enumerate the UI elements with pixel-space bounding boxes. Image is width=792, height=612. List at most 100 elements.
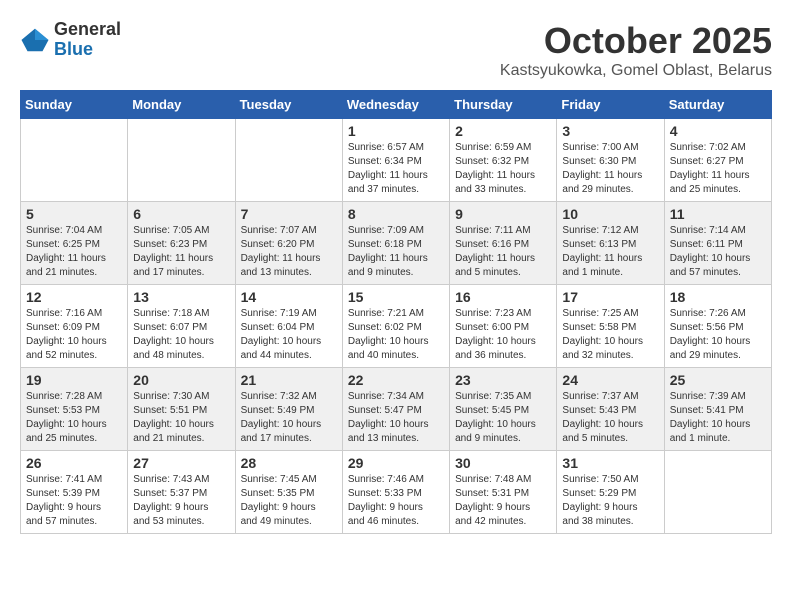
header-cell-monday: Monday bbox=[128, 91, 235, 119]
day-number: 22 bbox=[348, 372, 444, 388]
day-info: Sunrise: 7:45 AM Sunset: 5:35 PM Dayligh… bbox=[241, 473, 337, 529]
day-number: 21 bbox=[241, 372, 337, 388]
day-number: 1 bbox=[348, 123, 444, 139]
day-info: Sunrise: 7:30 AM Sunset: 5:51 PM Dayligh… bbox=[133, 390, 229, 446]
day-number: 13 bbox=[133, 289, 229, 305]
day-number: 25 bbox=[670, 372, 766, 388]
location: Kastsyukowka, Gomel Oblast, Belarus bbox=[500, 62, 772, 80]
day-info: Sunrise: 7:07 AM Sunset: 6:20 PM Dayligh… bbox=[241, 224, 337, 280]
calendar-cell: 8 Sunrise: 7:09 AM Sunset: 6:18 PM Daylig… bbox=[342, 202, 449, 285]
logo-icon bbox=[20, 25, 50, 55]
day-number: 3 bbox=[562, 123, 658, 139]
day-info: Sunrise: 7:00 AM Sunset: 6:30 PM Dayligh… bbox=[562, 141, 658, 197]
calendar-cell: 2 Sunrise: 6:59 AM Sunset: 6:32 PM Daylig… bbox=[450, 119, 557, 202]
calendar-cell: 4 Sunrise: 7:02 AM Sunset: 6:27 PM Daylig… bbox=[664, 119, 771, 202]
day-info: Sunrise: 7:09 AM Sunset: 6:18 PM Dayligh… bbox=[348, 224, 444, 280]
day-info: Sunrise: 7:35 AM Sunset: 5:45 PM Dayligh… bbox=[455, 390, 551, 446]
calendar-cell: 7Sunrise: 7:07 AM Sunset: 6:20 PM Daylig… bbox=[235, 202, 342, 285]
logo: General Blue bbox=[20, 20, 121, 60]
day-info: Sunrise: 7:05 AM Sunset: 6:23 PM Dayligh… bbox=[133, 224, 229, 280]
day-info: Sunrise: 7:43 AM Sunset: 5:37 PM Dayligh… bbox=[133, 473, 229, 529]
calendar-cell bbox=[128, 119, 235, 202]
logo-general: General bbox=[54, 20, 121, 40]
day-number: 2 bbox=[455, 123, 551, 139]
page-header: General Blue October 2025 Kastsyukowka, … bbox=[20, 20, 772, 80]
day-number: 27 bbox=[133, 455, 229, 471]
day-number: 26 bbox=[26, 455, 122, 471]
calendar-cell: 22Sunrise: 7:34 AM Sunset: 5:47 PM Dayli… bbox=[342, 368, 449, 451]
calendar-cell: 21 Sunrise: 7:32 AM Sunset: 5:49 PM Dayli… bbox=[235, 368, 342, 451]
day-info: Sunrise: 7:16 AM Sunset: 6:09 PM Dayligh… bbox=[26, 307, 122, 363]
day-info: Sunrise: 7:19 AM Sunset: 6:04 PM Dayligh… bbox=[241, 307, 337, 363]
calendar-cell: 11 Sunrise: 7:14 AM Sunset: 6:11 PM Dayli… bbox=[664, 202, 771, 285]
day-info: Sunrise: 7:12 AM Sunset: 6:13 PM Dayligh… bbox=[562, 224, 658, 280]
day-info: Sunrise: 7:02 AM Sunset: 6:27 PM Dayligh… bbox=[670, 141, 766, 197]
day-info: Sunrise: 7:11 AM Sunset: 6:16 PM Dayligh… bbox=[455, 224, 551, 280]
calendar-cell: 12Sunrise: 7:16 AM Sunset: 6:09 PM Dayli… bbox=[21, 285, 128, 368]
day-info: Sunrise: 7:46 AM Sunset: 5:33 PM Dayligh… bbox=[348, 473, 444, 529]
week-row-4: 19 Sunrise: 7:28 AM Sunset: 5:53 PM Dayli… bbox=[21, 368, 772, 451]
day-number: 16 bbox=[455, 289, 551, 305]
calendar-cell: 24Sunrise: 7:37 AM Sunset: 5:43 PM Dayli… bbox=[557, 368, 664, 451]
calendar-cell bbox=[235, 119, 342, 202]
day-info: Sunrise: 7:50 AM Sunset: 5:29 PM Dayligh… bbox=[562, 473, 658, 529]
header-row: SundayMondayTuesdayWednesdayThursdayFrid… bbox=[21, 91, 772, 119]
calendar-cell: 14 Sunrise: 7:19 AM Sunset: 6:04 PM Dayli… bbox=[235, 285, 342, 368]
calendar-cell: 16 Sunrise: 7:23 AM Sunset: 6:00 PM Dayli… bbox=[450, 285, 557, 368]
title-section: October 2025 Kastsyukowka, Gomel Oblast,… bbox=[500, 20, 772, 80]
day-info: Sunrise: 7:21 AM Sunset: 6:02 PM Dayligh… bbox=[348, 307, 444, 363]
day-info: Sunrise: 7:28 AM Sunset: 5:53 PM Dayligh… bbox=[26, 390, 122, 446]
header-cell-wednesday: Wednesday bbox=[342, 91, 449, 119]
day-info: Sunrise: 7:23 AM Sunset: 6:00 PM Dayligh… bbox=[455, 307, 551, 363]
calendar-cell: 29Sunrise: 7:46 AM Sunset: 5:33 PM Dayli… bbox=[342, 451, 449, 534]
calendar-cell: 20Sunrise: 7:30 AM Sunset: 5:51 PM Dayli… bbox=[128, 368, 235, 451]
header-cell-saturday: Saturday bbox=[664, 91, 771, 119]
day-number: 11 bbox=[670, 206, 766, 222]
day-number: 14 bbox=[241, 289, 337, 305]
day-info: Sunrise: 7:41 AM Sunset: 5:39 PM Dayligh… bbox=[26, 473, 122, 529]
calendar-cell: 27 Sunrise: 7:43 AM Sunset: 5:37 PM Dayli… bbox=[128, 451, 235, 534]
day-number: 15 bbox=[348, 289, 444, 305]
header-cell-tuesday: Tuesday bbox=[235, 91, 342, 119]
day-info: Sunrise: 6:57 AM Sunset: 6:34 PM Dayligh… bbox=[348, 141, 444, 197]
day-number: 5 bbox=[26, 206, 122, 222]
day-info: Sunrise: 7:32 AM Sunset: 5:49 PM Dayligh… bbox=[241, 390, 337, 446]
day-number: 8 bbox=[348, 206, 444, 222]
day-info: Sunrise: 7:48 AM Sunset: 5:31 PM Dayligh… bbox=[455, 473, 551, 529]
header-cell-thursday: Thursday bbox=[450, 91, 557, 119]
day-number: 23 bbox=[455, 372, 551, 388]
calendar-cell bbox=[664, 451, 771, 534]
day-number: 17 bbox=[562, 289, 658, 305]
day-number: 6 bbox=[133, 206, 229, 222]
week-row-1: 1 Sunrise: 6:57 AM Sunset: 6:34 PM Daylig… bbox=[21, 119, 772, 202]
calendar-cell: 15 Sunrise: 7:21 AM Sunset: 6:02 PM Dayli… bbox=[342, 285, 449, 368]
calendar-cell: 19 Sunrise: 7:28 AM Sunset: 5:53 PM Dayli… bbox=[21, 368, 128, 451]
calendar-cell: 6 Sunrise: 7:05 AM Sunset: 6:23 PM Daylig… bbox=[128, 202, 235, 285]
calendar-cell: 28 Sunrise: 7:45 AM Sunset: 5:35 PM Dayli… bbox=[235, 451, 342, 534]
day-number: 19 bbox=[26, 372, 122, 388]
calendar-cell: 10Sunrise: 7:12 AM Sunset: 6:13 PM Dayli… bbox=[557, 202, 664, 285]
calendar-cell: 1 Sunrise: 6:57 AM Sunset: 6:34 PM Daylig… bbox=[342, 119, 449, 202]
logo-text: General Blue bbox=[54, 20, 121, 60]
month-title: October 2025 bbox=[500, 20, 772, 62]
week-row-2: 5 Sunrise: 7:04 AM Sunset: 6:25 PM Daylig… bbox=[21, 202, 772, 285]
calendar-cell: 9 Sunrise: 7:11 AM Sunset: 6:16 PM Daylig… bbox=[450, 202, 557, 285]
calendar-cell: 18Sunrise: 7:26 AM Sunset: 5:56 PM Dayli… bbox=[664, 285, 771, 368]
week-row-3: 12Sunrise: 7:16 AM Sunset: 6:09 PM Dayli… bbox=[21, 285, 772, 368]
day-info: Sunrise: 7:04 AM Sunset: 6:25 PM Dayligh… bbox=[26, 224, 122, 280]
day-number: 9 bbox=[455, 206, 551, 222]
day-info: Sunrise: 7:18 AM Sunset: 6:07 PM Dayligh… bbox=[133, 307, 229, 363]
day-info: Sunrise: 7:37 AM Sunset: 5:43 PM Dayligh… bbox=[562, 390, 658, 446]
calendar-cell: 23 Sunrise: 7:35 AM Sunset: 5:45 PM Dayli… bbox=[450, 368, 557, 451]
logo-blue: Blue bbox=[54, 40, 121, 60]
calendar-cell: 17 Sunrise: 7:25 AM Sunset: 5:58 PM Dayli… bbox=[557, 285, 664, 368]
calendar-cell: 25Sunrise: 7:39 AM Sunset: 5:41 PM Dayli… bbox=[664, 368, 771, 451]
day-number: 28 bbox=[241, 455, 337, 471]
calendar-table: SundayMondayTuesdayWednesdayThursdayFrid… bbox=[20, 90, 772, 534]
day-info: Sunrise: 7:14 AM Sunset: 6:11 PM Dayligh… bbox=[670, 224, 766, 280]
day-number: 4 bbox=[670, 123, 766, 139]
calendar-cell: 26 Sunrise: 7:41 AM Sunset: 5:39 PM Dayli… bbox=[21, 451, 128, 534]
day-info: Sunrise: 6:59 AM Sunset: 6:32 PM Dayligh… bbox=[455, 141, 551, 197]
day-info: Sunrise: 7:25 AM Sunset: 5:58 PM Dayligh… bbox=[562, 307, 658, 363]
calendar-cell: 3 Sunrise: 7:00 AM Sunset: 6:30 PM Daylig… bbox=[557, 119, 664, 202]
